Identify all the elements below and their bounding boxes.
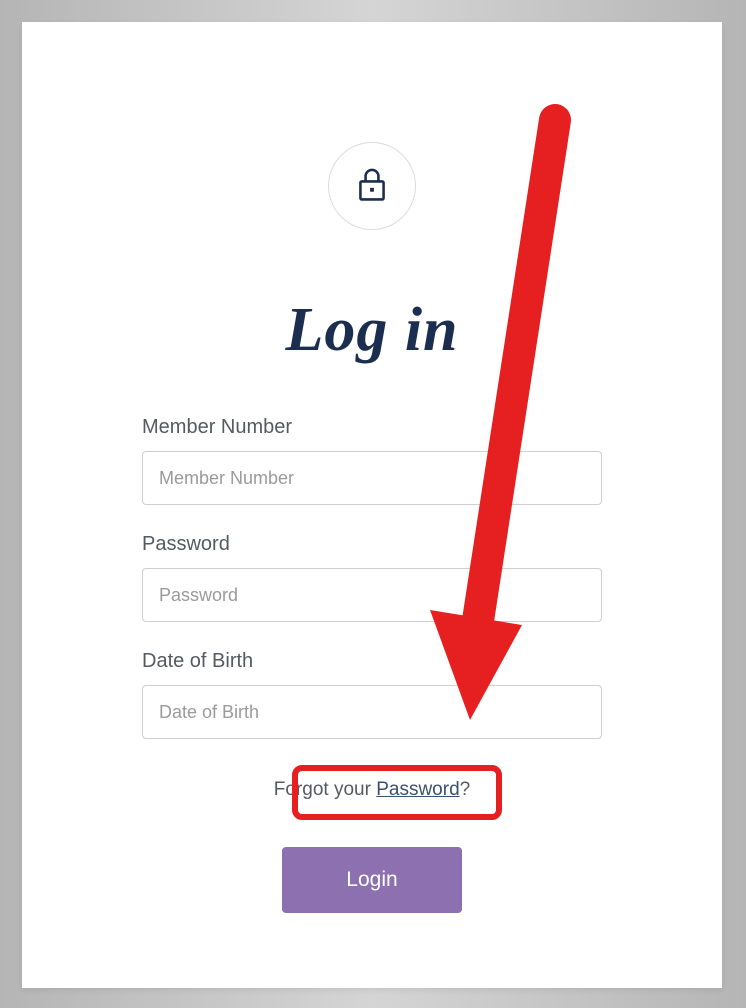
forgot-prefix: Forgot your <box>274 779 376 800</box>
password-input[interactable] <box>142 568 602 622</box>
forgot-suffix: ? <box>460 779 471 800</box>
password-label: Password <box>142 533 602 556</box>
login-button[interactable]: Login <box>282 847 462 913</box>
dob-input[interactable] <box>142 685 602 739</box>
lock-icon <box>356 166 388 207</box>
member-number-group: Member Number <box>142 416 602 505</box>
dob-label: Date of Birth <box>142 650 602 673</box>
member-number-input[interactable] <box>142 451 602 505</box>
lock-icon-circle <box>328 142 416 230</box>
forgot-password-text: Forgot your Password? <box>142 779 602 801</box>
password-group: Password <box>142 533 602 622</box>
member-number-label: Member Number <box>142 416 602 439</box>
login-card: Log in Member Number Password Date of Bi… <box>22 22 722 988</box>
page-title: Log in <box>285 295 458 366</box>
dob-group: Date of Birth <box>142 650 602 739</box>
forgot-password-link[interactable]: Password <box>376 779 459 800</box>
